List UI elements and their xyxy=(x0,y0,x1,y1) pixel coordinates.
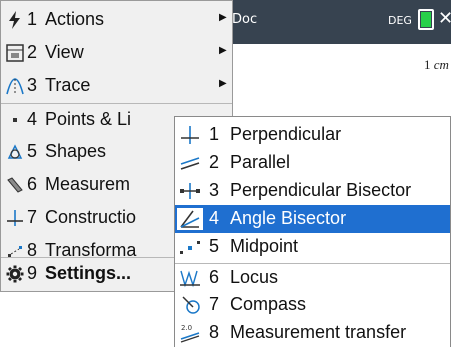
submenu-arrow-icon: ▶ xyxy=(219,12,227,23)
menu-item-trace[interactable]: 3 Trace ▶ xyxy=(1,70,232,103)
locus-icon xyxy=(177,267,203,289)
measurement-transfer-icon: 2.0 xyxy=(177,322,203,344)
menu-item-label: Settings... xyxy=(45,263,132,283)
submenu-item-label: Midpoint xyxy=(230,236,299,256)
compass-icon xyxy=(177,294,203,316)
gear-icon xyxy=(5,265,25,285)
ruler-icon xyxy=(5,176,25,196)
submenu-item-locus[interactable]: 6 Locus xyxy=(175,263,450,291)
menu-item-label: View xyxy=(45,42,84,62)
badge-text: 2.0 xyxy=(181,324,192,332)
submenu-item-number: 1 xyxy=(209,124,220,144)
submenu-item-label: Locus xyxy=(230,267,279,287)
menu-item-label: Actions xyxy=(45,9,105,29)
close-icon[interactable]: ✕ xyxy=(438,8,451,29)
submenu-item-angle-bisector[interactable]: 4 Angle Bisector xyxy=(175,205,450,233)
menu-item-number: 1 xyxy=(27,9,38,29)
angle-mode-indicator: DEG xyxy=(388,14,412,27)
submenu-item-perpendicular-bisector[interactable]: 3 Perpendicular Bisector xyxy=(175,177,450,205)
menu-item-actions[interactable]: 1 Actions ▶ xyxy=(1,4,232,37)
submenu-item-label: Perpendicular xyxy=(230,124,342,144)
submenu-item-number: 5 xyxy=(209,236,220,256)
menu-item-view[interactable]: 2 View ▶ xyxy=(1,37,232,70)
submenu-item-compass[interactable]: 7 Compass xyxy=(175,291,450,319)
menu-item-number: 2 xyxy=(27,42,38,62)
menu-item-label: Measurem xyxy=(45,174,131,194)
submenu-item-label: Measurement transfer xyxy=(230,322,407,342)
point-icon xyxy=(5,111,25,131)
perpendicular-icon xyxy=(5,209,25,229)
menu-item-label: Points & Li xyxy=(45,109,132,129)
menu-item-number: 5 xyxy=(27,141,38,161)
shapes-icon xyxy=(5,143,25,163)
submenu-item-number: 2 xyxy=(209,152,220,172)
submenu-item-label: Perpendicular Bisector xyxy=(230,180,412,200)
submenu-item-label: Parallel xyxy=(230,152,291,172)
perpendicular-bisector-icon xyxy=(177,180,203,202)
menu-item-label: Trace xyxy=(45,75,91,95)
submenu-item-measurement-transfer[interactable]: 2.0 8 Measurement transfer xyxy=(175,319,450,347)
submenu-arrow-icon: ▶ xyxy=(219,78,227,89)
construction-submenu: 1 Perpendicular 2 Parallel 3 Perpendicul… xyxy=(174,116,451,347)
menu-item-number: 3 xyxy=(27,75,38,95)
scale-value: 1 xyxy=(424,57,431,72)
menu-item-label: Shapes xyxy=(45,141,107,161)
submenu-item-perpendicular[interactable]: 1 Perpendicular xyxy=(175,121,450,149)
midpoint-icon xyxy=(177,236,203,258)
menu-item-label: Constructio xyxy=(45,207,137,227)
submenu-item-number: 6 xyxy=(209,267,220,287)
submenu-item-number: 3 xyxy=(209,180,220,200)
submenu-arrow-icon: ▶ xyxy=(219,45,227,56)
menu-item-number: 4 xyxy=(27,109,38,129)
document-title: Doc xyxy=(232,12,258,27)
submenu-item-midpoint[interactable]: 5 Midpoint xyxy=(175,233,450,261)
scale-indicator: 1 cm xyxy=(424,57,449,73)
battery-icon xyxy=(418,9,434,30)
menu-item-number: 7 xyxy=(27,207,38,227)
submenu-item-number: 8 xyxy=(209,322,220,342)
submenu-item-number: 7 xyxy=(209,294,220,314)
menu-item-number: 6 xyxy=(27,174,38,194)
view-icon xyxy=(5,44,25,64)
submenu-item-label: Angle Bisector xyxy=(230,208,347,228)
submenu-item-parallel[interactable]: 2 Parallel xyxy=(175,149,450,177)
perpendicular-icon xyxy=(177,124,203,146)
parallel-icon xyxy=(177,152,203,174)
lightning-icon xyxy=(5,11,25,31)
menu-item-number: 9 xyxy=(27,263,38,283)
submenu-item-label: Compass xyxy=(230,294,307,314)
trace-icon xyxy=(5,77,25,97)
submenu-item-number: 4 xyxy=(209,208,220,228)
scale-unit: cm xyxy=(433,57,449,72)
angle-bisector-icon xyxy=(177,208,203,230)
